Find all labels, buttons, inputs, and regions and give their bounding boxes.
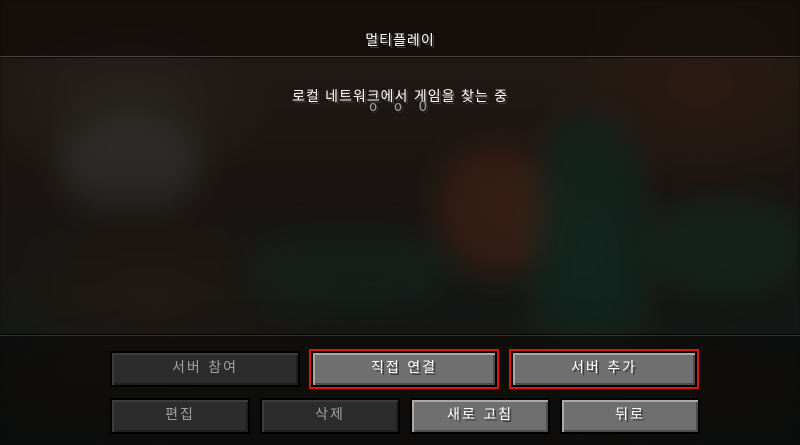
direct-connect-button[interactable]: 직접 연결 <box>309 349 499 389</box>
delete-button[interactable]: 삭제 <box>260 398 400 434</box>
add-server-button[interactable]: 서버 추가 <box>509 349 699 389</box>
lan-scan-indicator: o o O <box>368 99 432 115</box>
back-button[interactable]: 뒤로 <box>560 398 700 434</box>
screen-title: 멀티플레이 <box>365 33 435 49</box>
join-server-button[interactable]: 서버 참여 <box>110 351 300 387</box>
refresh-button[interactable]: 새로 고침 <box>410 398 550 434</box>
edit-button[interactable]: 편집 <box>110 398 250 434</box>
